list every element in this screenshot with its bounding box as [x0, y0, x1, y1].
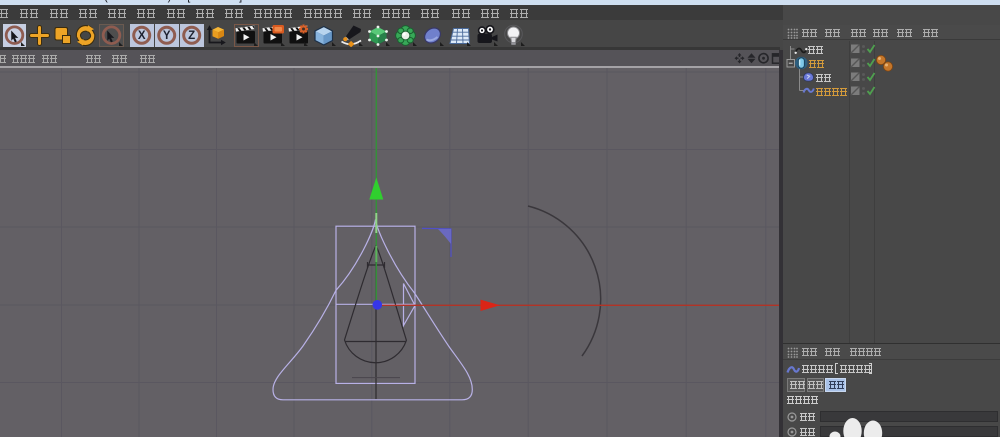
svg-text:Y: Y	[162, 30, 170, 42]
svg-text:Z: Z	[188, 30, 195, 42]
svg-text:X: X	[137, 30, 145, 42]
